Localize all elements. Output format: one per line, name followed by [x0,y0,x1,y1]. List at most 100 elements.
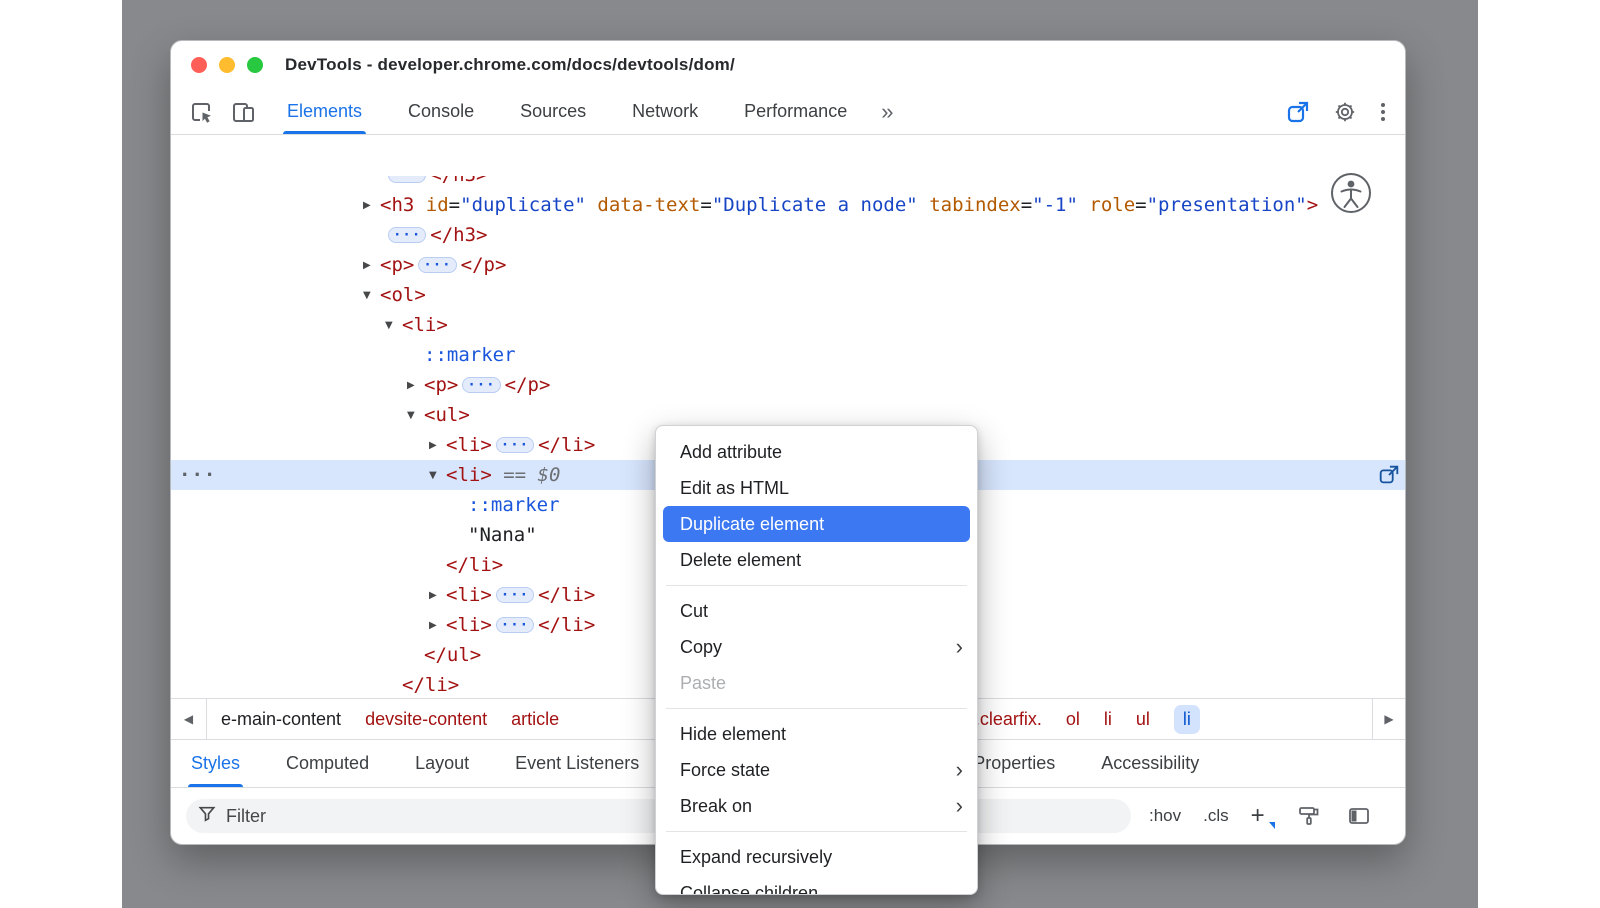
close-button[interactable] [191,57,207,73]
filter-funnel-icon [198,805,216,828]
expand-arrow-icon[interactable]: ▶ [363,260,380,271]
code-token: </li> [538,584,595,606]
tab-performance[interactable]: Performance [744,89,847,134]
device-toolbar-icon[interactable] [229,97,259,127]
context-menu-item[interactable]: Cut [656,593,977,629]
code-token: <h3 [380,194,414,216]
tree-row[interactable]: ···</h3> [171,220,1405,250]
code-token: ::marker [468,494,560,516]
expand-arrow-icon[interactable]: ▶ [429,440,446,451]
arrow-square-icon[interactable] [1283,97,1313,127]
breadcrumb-forward-icon[interactable]: ▶ [1372,699,1405,739]
menu-item-label: Delete element [680,550,801,571]
tree-row[interactable]: ▶<p>···</p> [171,250,1405,280]
code-token: = [700,194,711,216]
breadcrumb-item[interactable]: li [1174,705,1200,734]
code-token: </h3> [430,176,487,186]
accessibility-person-icon [1329,171,1373,220]
settings-gear-icon[interactable] [1331,98,1359,126]
context-menu-item[interactable]: Collapse children [656,875,977,895]
breadcrumb-item[interactable]: ol [1066,709,1080,730]
new-style-rule-button[interactable]: + [1251,802,1273,830]
expand-arrow-icon[interactable]: ▶ [429,590,446,601]
code-token: "duplicate" [460,194,586,216]
tree-row[interactable]: ▶<h3 id="duplicate" data-text="Duplicate… [171,190,1405,220]
sidebar-tab-computed[interactable]: Computed [286,740,369,787]
breadcrumb-item[interactable]: ul [1136,709,1150,730]
tab-console[interactable]: Console [408,89,474,134]
tab-network[interactable]: Network [632,89,698,134]
breadcrumb-item[interactable]: devsite-content [365,709,487,730]
expand-arrow-icon[interactable]: ▶ [429,620,446,631]
tree-row[interactable]: ▶<p>···</p> [171,370,1405,400]
tree-row[interactable]: ··· </h3> [171,176,1405,190]
toolbar-right-icons [1283,97,1389,127]
menu-item-label: Collapse children [680,883,818,896]
code-token [918,194,929,216]
context-menu-item[interactable]: Copy› [656,629,977,665]
window-controls [191,57,263,73]
element-classes-button[interactable]: .cls [1203,806,1229,826]
more-tabs-icon[interactable]: » [881,99,893,125]
code-token: <p> [424,374,458,396]
context-menu-item[interactable]: Duplicate element [663,506,970,542]
expand-arrow-icon[interactable]: ▼ [407,410,424,421]
context-menu-item[interactable]: Force state› [656,752,977,788]
expand-arrow-icon[interactable]: ▼ [429,470,446,481]
paint-roller-icon[interactable] [1295,802,1323,830]
ellipsis-pill[interactable]: ··· [462,377,500,393]
toolbar-left-icons [187,97,259,127]
ellipsis-pill[interactable]: ··· [388,176,426,183]
sidebar-tab-styles[interactable]: Styles [191,740,240,787]
code-token: <li> [446,584,492,606]
code-token: "presentation" [1147,194,1307,216]
context-menu-item[interactable]: Add attribute [656,434,977,470]
tree-row[interactable]: ::marker [171,340,1405,370]
code-token: </li> [446,554,503,576]
code-token: == [492,464,538,486]
zoom-button[interactable] [247,57,263,73]
sidebar-tab-accessibility[interactable]: Accessibility [1101,740,1199,787]
menu-item-label: Expand recursively [680,847,832,868]
breadcrumb-item[interactable]: li [1104,709,1112,730]
ellipsis-pill[interactable]: ··· [496,437,534,453]
submenu-chevron-icon: › [956,759,963,781]
tree-row[interactable]: ▼<ol> [171,280,1405,310]
tab-elements[interactable]: Elements [287,89,362,134]
ellipsis-pill[interactable]: ··· [418,257,456,273]
breadcrumb-item[interactable]: article [511,709,559,730]
code-token: </li> [538,614,595,636]
code-token: role [1089,194,1135,216]
expand-arrow-icon[interactable]: ▼ [385,320,402,331]
arrow-square-badge-icon[interactable] [1377,463,1401,492]
tree-row[interactable]: ▼<li> [171,310,1405,340]
breadcrumb-item[interactable]: e-main-content [221,709,341,730]
context-menu-item[interactable]: Delete element [656,542,977,578]
inspect-element-icon[interactable] [187,97,217,127]
filter-toolbar: :hov .cls + [1149,802,1373,830]
context-menu-item[interactable]: Edit as HTML [656,470,977,506]
sidebar-tab-properties[interactable]: Properties [973,740,1055,787]
expand-arrow-icon[interactable]: ▶ [363,200,380,211]
code-token: "Duplicate a node" [712,194,918,216]
code-token: </p> [461,254,507,276]
toggle-element-state-button[interactable]: :hov [1149,806,1181,826]
expand-arrow-icon[interactable]: ▼ [363,290,380,301]
sidebar-tab-layout[interactable]: Layout [415,740,469,787]
menu-item-label: Cut [680,601,708,622]
tab-sources[interactable]: Sources [520,89,586,134]
code-token [586,194,597,216]
kebab-menu-icon[interactable] [1377,99,1389,125]
toggle-sidebar-icon[interactable] [1345,802,1373,830]
row-menu-dots-icon[interactable]: ··· [179,464,216,486]
ellipsis-pill[interactable]: ··· [496,587,534,603]
ellipsis-pill[interactable]: ··· [496,617,534,633]
context-menu-item[interactable]: Break on› [656,788,977,824]
breadcrumb-back-icon[interactable]: ◀ [171,699,207,739]
expand-arrow-icon[interactable]: ▶ [407,380,424,391]
ellipsis-pill[interactable]: ··· [388,227,426,243]
context-menu-item[interactable]: Expand recursively [656,839,977,875]
context-menu-item[interactable]: Hide element [656,716,977,752]
minimize-button[interactable] [219,57,235,73]
sidebar-tab-event-listeners[interactable]: Event Listeners [515,740,639,787]
